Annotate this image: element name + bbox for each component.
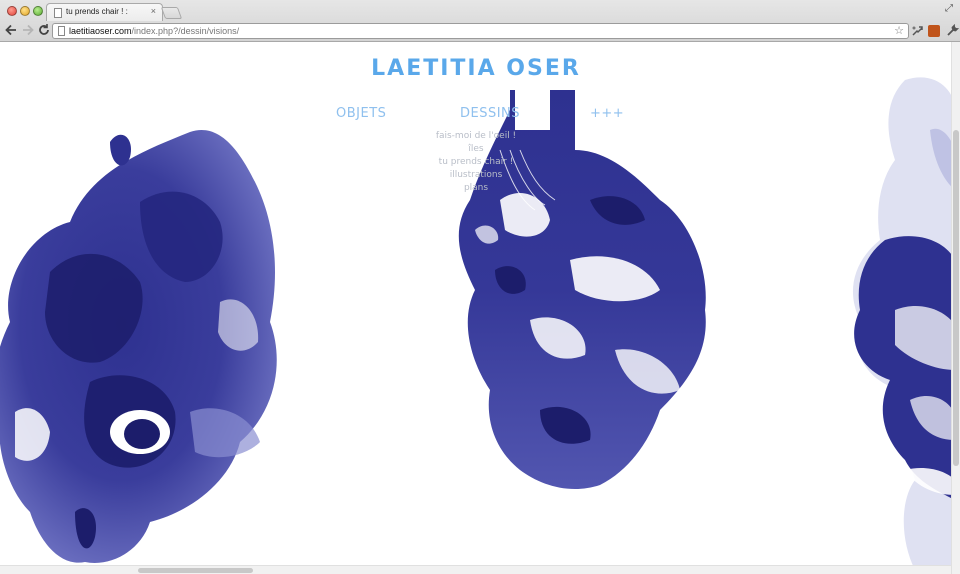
tab-strip: tu prends chair ! : × ⤢ bbox=[0, 0, 960, 21]
wrench-icon[interactable] bbox=[946, 23, 960, 41]
dessins-submenu: fais-moi de l'oeil ! îles tu prends chai… bbox=[426, 130, 526, 195]
ink-drawing-left[interactable] bbox=[0, 112, 290, 572]
horizontal-scrollbar-thumb[interactable] bbox=[138, 568, 253, 573]
reload-icon[interactable] bbox=[38, 23, 50, 41]
page-icon bbox=[54, 8, 62, 18]
browser-tab-active[interactable]: tu prends chair ! : × bbox=[46, 3, 163, 21]
submenu-item[interactable]: îles bbox=[426, 143, 526, 156]
submenu-item[interactable]: plans bbox=[426, 182, 526, 195]
menu-item-objets[interactable]: OBJETS bbox=[336, 106, 386, 121]
new-tab-button[interactable] bbox=[160, 7, 183, 19]
vertical-scrollbar[interactable] bbox=[951, 42, 960, 574]
horizontal-scrollbar[interactable] bbox=[0, 565, 951, 574]
close-window-button[interactable] bbox=[7, 6, 17, 16]
fullscreen-icon[interactable]: ⤢ bbox=[945, 3, 953, 14]
extension-badge-icon[interactable] bbox=[928, 25, 940, 37]
forward-arrow-icon[interactable] bbox=[22, 23, 34, 41]
vertical-scrollbar-thumb[interactable] bbox=[953, 130, 959, 466]
submenu-item[interactable]: tu prends chair ! bbox=[426, 156, 526, 169]
ink-drawing-right[interactable] bbox=[845, 70, 955, 570]
url-path: /index.php?/dessin/visions/ bbox=[131, 26, 240, 36]
browser-toolbar: laetitiaoser.com/index.php?/dessin/visio… bbox=[0, 20, 960, 42]
zoom-window-button[interactable] bbox=[33, 6, 43, 16]
page-viewport: LAETITIA OSER OBJETS DESSINS +++ fais-mo… bbox=[0, 42, 960, 574]
url-host: laetitiaoser.com bbox=[69, 26, 132, 36]
menu-item-dessins[interactable]: DESSINS bbox=[460, 106, 520, 121]
url-text[interactable]: laetitiaoser.com/index.php?/dessin/visio… bbox=[69, 26, 239, 36]
site-logo[interactable]: LAETITIA OSER bbox=[0, 56, 952, 81]
tab-close-icon[interactable]: × bbox=[151, 6, 156, 16]
menu-item-more[interactable]: +++ bbox=[590, 106, 624, 121]
bookmark-star-icon[interactable]: ☆ bbox=[894, 24, 904, 37]
extension-icon[interactable] bbox=[911, 24, 924, 41]
browser-chrome: tu prends chair ! : × ⤢ laetitiaoser.com… bbox=[0, 0, 960, 42]
minimize-window-button[interactable] bbox=[20, 6, 30, 16]
address-bar[interactable]: laetitiaoser.com/index.php?/dessin/visio… bbox=[52, 23, 909, 39]
back-arrow-icon[interactable] bbox=[5, 23, 17, 41]
tab-title: tu prends chair ! : bbox=[66, 7, 128, 16]
submenu-item[interactable]: illustrations bbox=[426, 169, 526, 182]
submenu-item[interactable]: fais-moi de l'oeil ! bbox=[426, 130, 526, 143]
page-icon bbox=[58, 26, 65, 36]
